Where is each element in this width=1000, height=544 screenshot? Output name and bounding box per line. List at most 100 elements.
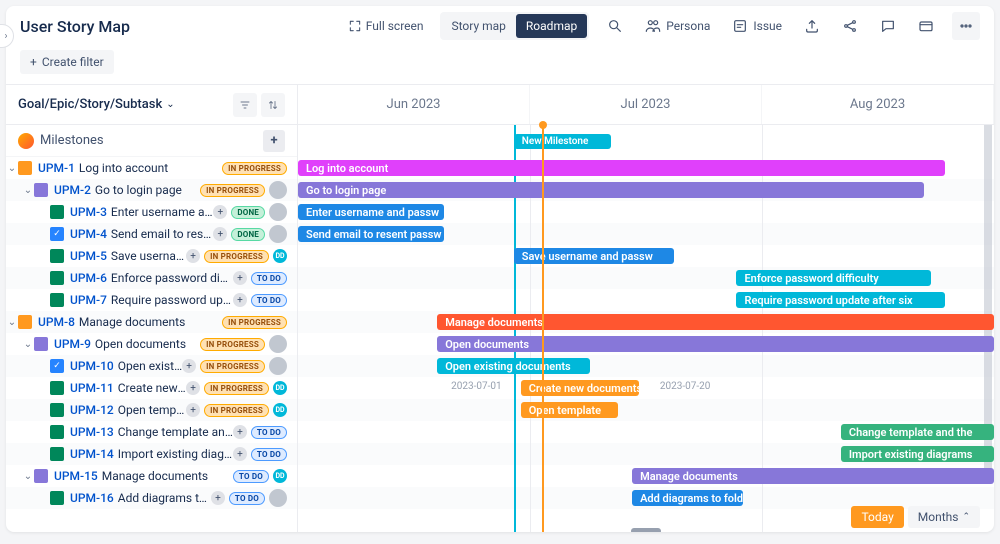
add-subtask-button[interactable]: + xyxy=(233,293,247,307)
status-badge[interactable]: IN PROGRESS xyxy=(204,250,269,263)
tree-row-UPM-6[interactable]: UPM-6Enforce password difficulty+TO DO xyxy=(6,267,297,289)
status-badge[interactable]: IN PROGRESS xyxy=(222,162,287,175)
assignee-avatar[interactable] xyxy=(269,335,287,353)
tree-row-UPM-11[interactable]: UPM-11Create new d…+IN PROGRESSDD xyxy=(6,377,297,399)
assignee-avatar[interactable] xyxy=(269,357,287,375)
tree-row-UPM-3[interactable]: UPM-3Enter username and …+DONE xyxy=(6,201,297,223)
today-button[interactable]: Today xyxy=(851,506,903,528)
collapse-chevron[interactable]: ⌄ xyxy=(22,185,34,196)
gantt-bar[interactable]: Enforce password difficulty xyxy=(736,270,931,286)
add-subtask-button[interactable]: + xyxy=(186,381,200,395)
gantt-bar[interactable]: Enter username and passw xyxy=(298,204,444,220)
issue-type-icon xyxy=(34,183,48,197)
gantt-bar[interactable]: Open documents xyxy=(437,336,994,352)
gantt-bar[interactable]: Send email to resent passw xyxy=(298,226,444,242)
persona-button[interactable]: Persona xyxy=(641,14,714,38)
gantt-bar[interactable]: Add diagrams to folders xyxy=(632,490,743,506)
add-subtask-button[interactable]: + xyxy=(233,271,247,285)
status-badge[interactable]: TO DO xyxy=(229,492,265,505)
tree-row-UPM-8[interactable]: ⌄UPM-8Manage documentsIN PROGRESS xyxy=(6,311,297,333)
gantt-row: Open documents xyxy=(298,333,994,355)
tree-row-UPM-4[interactable]: ✓UPM-4Send email to resent …+DONE xyxy=(6,223,297,245)
assignee-initials[interactable]: DD xyxy=(273,249,287,263)
add-milestone-button[interactable]: + xyxy=(263,130,285,152)
tree-row-UPM-1[interactable]: ⌄UPM-1Log into accountIN PROGRESS xyxy=(6,157,297,179)
create-filter-button[interactable]: + Create filter xyxy=(20,50,114,74)
gantt-bar[interactable]: Require password update after six xyxy=(736,292,945,308)
more-button[interactable] xyxy=(952,12,980,40)
tree-row-UPM-9[interactable]: ⌄UPM-9Open documentsIN PROGRESS xyxy=(6,333,297,355)
filter-icon-button[interactable] xyxy=(233,93,257,117)
gantt-bar[interactable]: Open template xyxy=(521,402,618,418)
issue-key: UPM-7 xyxy=(70,293,107,307)
assignee-avatar[interactable] xyxy=(269,225,287,243)
tree-row-UPM-10[interactable]: ✓UPM-10Open existing…+IN PROGRESS xyxy=(6,355,297,377)
vertical-scrollbar[interactable] xyxy=(984,96,992,476)
add-subtask-button[interactable]: + xyxy=(186,403,200,417)
gantt-bar[interactable]: Manage documents xyxy=(437,314,994,330)
status-badge[interactable]: IN PROGRESS xyxy=(204,382,269,395)
add-subtask-button[interactable]: + xyxy=(233,425,247,439)
status-badge[interactable]: DONE xyxy=(231,206,265,219)
issue-type-icon xyxy=(50,293,64,307)
comment-button[interactable] xyxy=(876,14,900,38)
add-subtask-button[interactable]: + xyxy=(213,227,227,241)
export-button[interactable] xyxy=(800,14,824,38)
gantt-bar[interactable]: Create new documents xyxy=(521,380,639,396)
tree-row-UPM-5[interactable]: UPM-5Save usernam…+IN PROGRESSDD xyxy=(6,245,297,267)
assignee-initials[interactable]: DD xyxy=(273,469,287,483)
roadmap-tab[interactable]: Roadmap xyxy=(516,14,587,38)
status-badge[interactable]: TO DO xyxy=(251,426,287,439)
story-map-tab[interactable]: Story map xyxy=(442,14,516,38)
collapse-chevron[interactable]: ⌄ xyxy=(22,471,34,482)
gantt-bar[interactable]: Open existing documents xyxy=(437,358,590,374)
fullscreen-button[interactable]: Full screen xyxy=(342,15,430,37)
status-badge[interactable]: IN PROGRESS xyxy=(200,338,265,351)
gantt-bar[interactable]: Change template and the xyxy=(841,424,994,440)
assignee-avatar[interactable] xyxy=(269,489,287,507)
status-badge[interactable]: IN PROGRESS xyxy=(200,360,265,373)
horizontal-scrollbar[interactable] xyxy=(631,528,661,532)
add-subtask-button[interactable]: + xyxy=(211,491,225,505)
add-subtask-button[interactable]: + xyxy=(186,249,200,263)
wallet-button[interactable] xyxy=(914,14,938,38)
tree-row-UPM-16[interactable]: UPM-16Add diagrams to fol…+TO DO xyxy=(6,487,297,509)
gantt-bar[interactable]: Save username and passw xyxy=(514,248,674,264)
add-subtask-button[interactable]: + xyxy=(182,359,196,373)
sort-icon-button[interactable] xyxy=(261,93,285,117)
status-badge[interactable]: IN PROGRESS xyxy=(222,316,287,329)
status-badge[interactable]: IN PROGRESS xyxy=(200,184,265,197)
zoom-select[interactable]: Months⌃ xyxy=(908,506,980,528)
assignee-initials[interactable]: DD xyxy=(273,403,287,417)
share-button[interactable] xyxy=(838,14,862,38)
tree-row-UPM-7[interactable]: UPM-7Require password updat…+TO DO xyxy=(6,289,297,311)
grouping-select[interactable]: Goal/Epic/Story/Subtask ⌄ xyxy=(18,97,175,112)
status-badge[interactable]: DONE xyxy=(231,228,265,241)
gantt-bar[interactable]: Log into account xyxy=(298,160,945,176)
collapse-chevron[interactable]: ⌄ xyxy=(22,339,34,350)
gantt-bar[interactable]: Import existing diagrams xyxy=(841,446,994,462)
issue-button[interactable]: Issue xyxy=(728,14,786,38)
tree-row-UPM-14[interactable]: UPM-14Import existing diagrams+TO DO xyxy=(6,443,297,465)
search-button[interactable] xyxy=(603,14,627,38)
gantt-bar[interactable]: New Milestone xyxy=(514,134,611,149)
status-badge[interactable]: TO DO xyxy=(251,294,287,307)
status-badge[interactable]: IN PROGRESS xyxy=(204,404,269,417)
collapse-chevron[interactable]: ⌄ xyxy=(6,317,18,328)
add-subtask-button[interactable]: + xyxy=(233,447,247,461)
gantt-bar[interactable]: Manage documents xyxy=(632,468,994,484)
tree-row-UPM-12[interactable]: UPM-12Open template+IN PROGRESSDD xyxy=(6,399,297,421)
assignee-initials[interactable]: DD xyxy=(273,381,287,395)
assignee-avatar[interactable] xyxy=(269,203,287,221)
status-badge[interactable]: TO DO xyxy=(251,272,287,285)
status-badge[interactable]: TO DO xyxy=(233,470,269,483)
collapse-chevron[interactable]: ⌄ xyxy=(6,163,18,174)
add-subtask-button[interactable]: + xyxy=(213,205,227,219)
gantt-bar[interactable]: Go to login page xyxy=(298,182,924,198)
status-badge[interactable]: TO DO xyxy=(251,448,287,461)
assignee-avatar[interactable] xyxy=(269,181,287,199)
tree-row-UPM-2[interactable]: ⌄UPM-2Go to login pageIN PROGRESS xyxy=(6,179,297,201)
tree-row-UPM-13[interactable]: UPM-13Change template and t…+TO DO xyxy=(6,421,297,443)
tree-row-UPM-15[interactable]: ⌄UPM-15Manage documentsTO DODD xyxy=(6,465,297,487)
issue-key: UPM-9 xyxy=(54,337,91,351)
